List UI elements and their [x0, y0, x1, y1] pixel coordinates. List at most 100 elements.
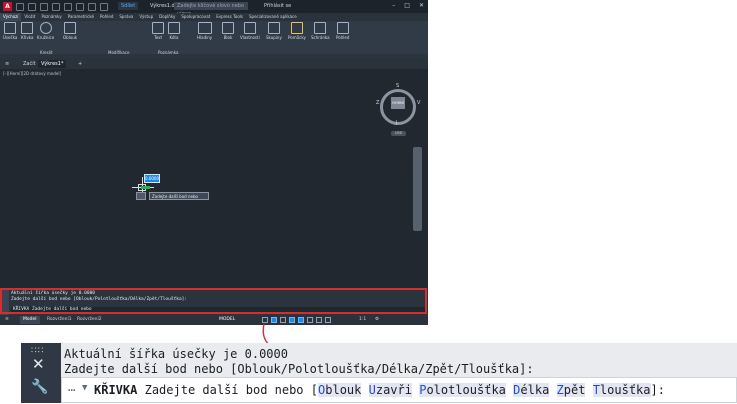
- option-rest: loušťka: [599, 383, 651, 397]
- view-tool[interactable]: Pohled: [336, 22, 349, 40]
- panel-modify-label[interactable]: Modifikace: [108, 50, 129, 55]
- share-button[interactable]: Sdílet: [118, 2, 139, 10]
- tab-layout1[interactable]: Rozvržení1: [44, 316, 75, 324]
- dynamic-options-icon[interactable]: [136, 192, 146, 200]
- open-icon[interactable]: [28, 3, 36, 11]
- customize-wrench-icon[interactable]: 🔧: [31, 379, 48, 395]
- minimize-button[interactable]: –: [392, 2, 395, 9]
- new-icon[interactable]: [16, 3, 24, 11]
- circle-tool[interactable]: Kružnice: [37, 22, 54, 40]
- layers-tool[interactable]: Hladiny: [197, 22, 212, 40]
- drawing-viewport[interactable]: [–][Horní][2D drátový model] HORNÍ S J V…: [0, 69, 428, 288]
- groups-icon: [267, 22, 280, 34]
- tab-featured-apps[interactable]: Specializované aplikace: [246, 13, 300, 21]
- tab-express-tools[interactable]: Express Tools: [213, 13, 246, 21]
- ortho-icon[interactable]: [280, 317, 286, 323]
- tab-parametric[interactable]: Parametrické: [65, 13, 97, 21]
- option-1[interactable]: Oblouk: [318, 383, 362, 397]
- panel-draw-label[interactable]: Kreslit: [40, 50, 53, 55]
- viewport-controls-label[interactable]: [–][Horní][2D drátový model]: [3, 71, 61, 76]
- lineweight-icon[interactable]: [307, 317, 313, 323]
- option-rest: blouk: [325, 383, 362, 397]
- option-3[interactable]: Polotloušťka: [419, 383, 506, 397]
- dynamic-input-field[interactable]: 0.0000: [144, 174, 160, 183]
- annotation-scale[interactable]: 1:1: [356, 316, 369, 324]
- model-space-toggle[interactable]: MODEL: [219, 316, 235, 324]
- tab-addins[interactable]: Doplňky: [156, 13, 178, 21]
- new-tab-icon[interactable]: +: [75, 60, 85, 68]
- save-as-icon[interactable]: [52, 3, 60, 11]
- utilities-tool[interactable]: Pomůcky: [288, 22, 306, 40]
- option-4[interactable]: Délka: [513, 383, 550, 397]
- transparency-icon[interactable]: [316, 317, 322, 323]
- viewcube-icon[interactable]: HORNÍ: [391, 97, 405, 109]
- polyline-tool[interactable]: Křivka: [21, 22, 33, 40]
- maximize-button[interactable]: □: [404, 2, 410, 9]
- navigation-bar[interactable]: [413, 147, 422, 231]
- plot-icon[interactable]: [64, 3, 72, 11]
- compass-east: V: [417, 100, 421, 106]
- option-rest: élka: [520, 383, 550, 397]
- polyline-icon: [21, 22, 34, 34]
- panel-annotation-label[interactable]: Poznámka: [158, 50, 178, 55]
- window-buttons: – □ ✕: [392, 2, 424, 9]
- ribbon-tabs: Výchozí Vložit Poznámky Parametrické Poh…: [0, 13, 428, 21]
- wcs-menu[interactable]: USS: [391, 131, 406, 136]
- tab-model[interactable]: Model: [20, 316, 40, 324]
- tab-start[interactable]: Začít: [20, 60, 39, 68]
- annotation-scale-icon[interactable]: [325, 317, 331, 323]
- compass-north: S: [396, 83, 400, 89]
- option-rest: pět: [563, 383, 586, 397]
- compass-south: J: [396, 120, 398, 126]
- snap-icon[interactable]: [271, 317, 277, 323]
- close-button[interactable]: ✕: [419, 2, 424, 9]
- arc-tool[interactable]: Oblouk: [63, 22, 77, 40]
- settings-gear-icon[interactable]: ⚙: [372, 316, 382, 324]
- close-icon[interactable]: ✕: [32, 355, 45, 373]
- dim-tool[interactable]: Kóta: [168, 22, 180, 40]
- command-prompt: Zadejte další bod nebo: [144, 383, 304, 397]
- dynamic-prompt-tooltip: Zadejte další bod nebo: [149, 192, 209, 200]
- grid-icon[interactable]: [262, 317, 268, 323]
- history-line-1: Aktuální šířka úsečky je 0.0000: [64, 347, 288, 361]
- block-tool[interactable]: Blok: [222, 22, 234, 40]
- tab-output[interactable]: Výstup: [136, 13, 156, 21]
- workspace-icon[interactable]: [100, 3, 108, 11]
- option-5[interactable]: Zpět: [556, 383, 586, 397]
- menu-icon[interactable]: ≡: [2, 60, 12, 68]
- recent-commands-dropdown-icon[interactable]: ▼: [82, 383, 87, 393]
- polyline-segment: [141, 186, 150, 189]
- option-6[interactable]: Tloušťka: [592, 383, 651, 397]
- groups-tool[interactable]: Skupiny: [266, 22, 282, 40]
- tab-manage[interactable]: Správa: [116, 13, 136, 21]
- undo-icon[interactable]: [76, 3, 84, 11]
- text-tool[interactable]: Text: [152, 22, 164, 40]
- tab-insert[interactable]: Vložit: [21, 13, 38, 21]
- block-icon: [222, 22, 234, 34]
- polar-icon[interactable]: [289, 317, 295, 323]
- command-line-zoom-grip[interactable]: ∷∷ ✕ 🔧: [21, 343, 61, 403]
- properties-tool[interactable]: Vlastnosti: [240, 22, 260, 40]
- save-icon[interactable]: [40, 3, 48, 11]
- command-input[interactable]: ⋯ ▼ KŘIVKA Zadejte další bod nebo [Oblou…: [61, 377, 737, 403]
- tab-home[interactable]: Výchozí: [0, 13, 22, 21]
- tab-drawing[interactable]: Výkres1*: [38, 60, 67, 68]
- sign-in-button[interactable]: Přihlásit se: [264, 3, 291, 9]
- command-name: KŘIVKA: [94, 383, 138, 397]
- layers-icon: [197, 22, 212, 34]
- app-logo-icon[interactable]: A: [3, 2, 12, 11]
- tab-layout2[interactable]: Rozvržení2: [74, 316, 105, 324]
- osnap-icon[interactable]: [298, 317, 304, 323]
- redo-icon[interactable]: [88, 3, 96, 11]
- tab-collaborate[interactable]: Spolupracovat: [178, 13, 213, 21]
- tab-annotate[interactable]: Poznámky: [38, 13, 64, 21]
- option-2[interactable]: Uzavři: [368, 383, 412, 397]
- clipboard-tool[interactable]: Schránka: [311, 22, 330, 40]
- file-tabs: ≡ Začít Výkres1* +: [0, 58, 428, 69]
- tab-view[interactable]: Pohled: [97, 13, 116, 21]
- line-tool[interactable]: Úsečka: [3, 22, 17, 40]
- clipboard-icon: [314, 22, 327, 34]
- status-menu-icon[interactable]: ≡: [2, 316, 12, 324]
- search-input[interactable]: Zadejte klíčové slovo nebo výraz: [174, 2, 248, 17]
- utilities-icon: [290, 22, 303, 34]
